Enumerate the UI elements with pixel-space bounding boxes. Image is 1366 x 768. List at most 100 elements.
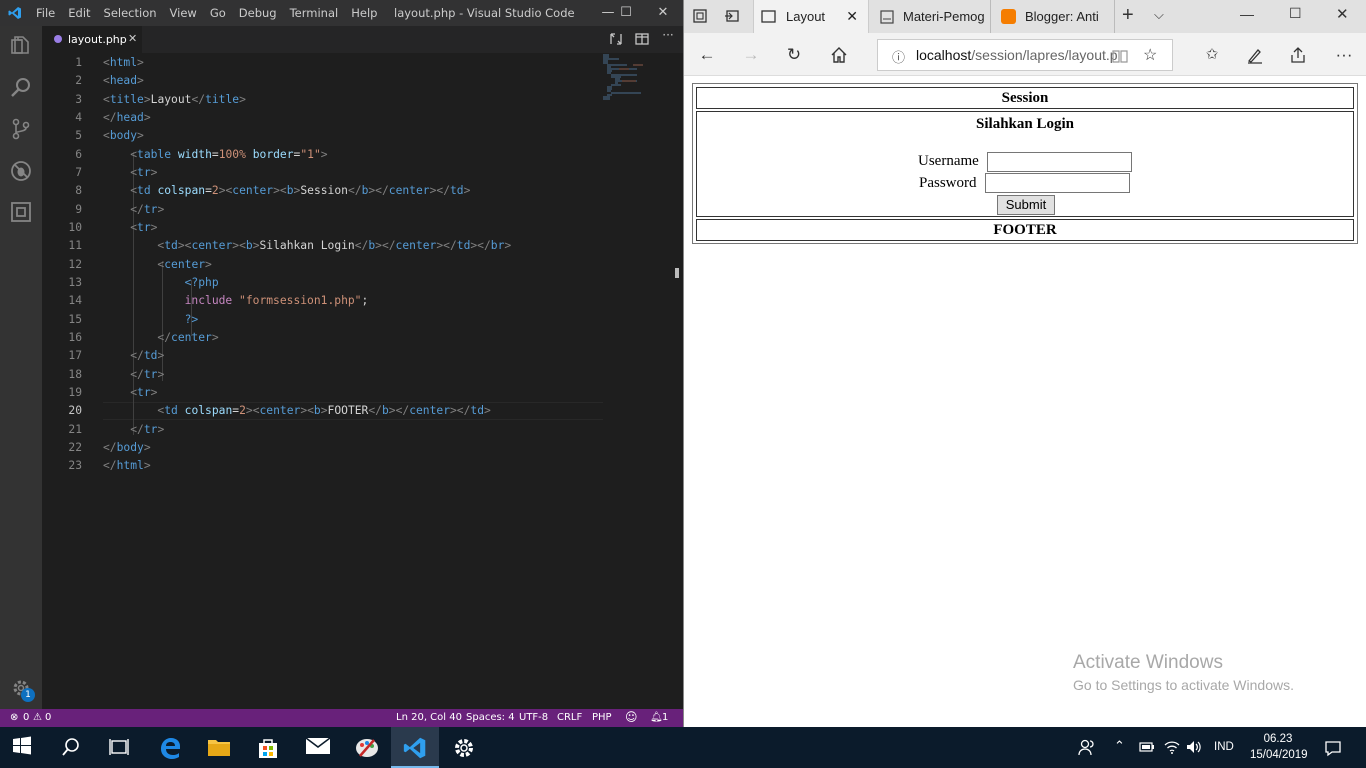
search-icon[interactable] — [9, 76, 33, 100]
reading-view-icon[interactable] — [1112, 48, 1128, 64]
settings-taskbar-button[interactable] — [440, 727, 488, 768]
task-view-button[interactable] — [96, 727, 144, 768]
paint-button[interactable] — [342, 727, 390, 768]
close-icon[interactable]: ✕ — [645, 0, 681, 26]
indentation[interactable]: Spaces: 4 — [466, 712, 515, 723]
tab-close-icon[interactable]: ✕ — [128, 32, 137, 45]
people-icon[interactable] — [1078, 738, 1096, 756]
gear-icon — [455, 739, 473, 757]
file-explorer-button[interactable] — [195, 727, 243, 768]
window-title: layout.php - Visual Studio Code — [394, 6, 575, 20]
warning-count[interactable]: 0 — [45, 712, 51, 723]
edge-icon — [161, 738, 180, 759]
browser-tab-label: Layout — [786, 9, 826, 24]
share-icon[interactable] — [1289, 46, 1307, 64]
battery-icon[interactable] — [1139, 741, 1155, 753]
source-control-icon[interactable] — [9, 117, 33, 141]
code-line: <td colspan=2><center><b>FOOTER</b></cen… — [157, 404, 491, 417]
browser-tab-materi[interactable]: Materi-Pemog — [871, 0, 991, 33]
store-button[interactable] — [244, 727, 292, 768]
extensions-icon[interactable] — [9, 200, 33, 224]
menu-edit[interactable]: Edit — [68, 6, 90, 20]
menu-go[interactable]: Go — [210, 6, 226, 20]
input-language[interactable]: IND — [1214, 741, 1234, 753]
line-ending[interactable]: CRLF — [557, 712, 582, 723]
more-menu-icon[interactable]: ··· — [1334, 45, 1354, 65]
error-count[interactable]: 0 — [23, 712, 29, 723]
login-title: Silahkan Login — [976, 116, 1074, 132]
line-number: 11 — [68, 239, 82, 252]
home-icon[interactable] — [830, 46, 848, 64]
tab-close-icon[interactable]: ✕ — [846, 0, 858, 33]
close-icon[interactable]: ✕ — [1336, 5, 1349, 23]
code-line: <body> — [103, 129, 144, 142]
code-line: </center> — [157, 331, 219, 344]
vscode-taskbar-button[interactable] — [391, 727, 439, 768]
maximize-icon[interactable]: ☐ — [608, 0, 644, 26]
submit-button[interactable]: Submit — [997, 195, 1055, 215]
tab-layout-php[interactable]: layout.php ✕ — [42, 26, 142, 53]
maximize-icon[interactable]: ☐ — [1289, 5, 1302, 22]
password-input[interactable] — [985, 173, 1130, 193]
volume-icon[interactable] — [1186, 739, 1202, 755]
system-clock[interactable]: 06.23 15/04/2019 — [1250, 731, 1308, 763]
menu-bar: File Edit Selection View Go Debug Termin… — [36, 0, 390, 26]
code-line: ?> — [184, 313, 199, 326]
menu-help[interactable]: Help — [351, 6, 377, 20]
web-note-icon[interactable] — [1246, 46, 1264, 64]
line-number: 10 — [68, 221, 82, 234]
explorer-icon[interactable] — [9, 34, 33, 58]
vscode-icon — [403, 737, 426, 759]
vscode-logo-icon — [8, 7, 21, 19]
browser-tab-layout[interactable]: Layout ✕ — [753, 0, 869, 33]
debug-icon[interactable] — [9, 159, 33, 183]
code-editor[interactable]: 1 2 3 4 5 6 7 8 9 10 11 12 13 14 15 16 1… — [42, 53, 683, 709]
open-changes-icon[interactable] — [608, 31, 624, 47]
watermark-title: Activate Windows — [1073, 652, 1223, 673]
menu-view[interactable]: View — [170, 6, 197, 20]
encoding[interactable]: UTF-8 — [519, 712, 548, 723]
split-editor-icon[interactable] — [634, 31, 650, 47]
menu-terminal[interactable]: Terminal — [290, 6, 339, 20]
username-input[interactable] — [987, 152, 1132, 172]
edge-taskbar-button[interactable] — [146, 727, 194, 768]
start-button[interactable] — [0, 727, 48, 768]
wifi-icon[interactable] — [1164, 739, 1180, 755]
info-icon[interactable]: ⓘ — [892, 47, 905, 66]
page-icon — [761, 10, 776, 23]
set-aside-tabs-icon[interactable] — [692, 8, 708, 24]
mail-button[interactable] — [293, 727, 341, 768]
errors-icon[interactable]: ⊗ — [10, 712, 18, 723]
language-mode[interactable]: PHP — [592, 712, 612, 723]
scrollbar-thumb[interactable] — [675, 268, 679, 278]
windows-logo-icon — [13, 736, 31, 755]
forward-icon[interactable]: → — [741, 45, 761, 65]
new-tab-icon[interactable]: + — [1122, 4, 1134, 27]
favorites-hub-icon[interactable]: ✩ — [1202, 45, 1222, 65]
bell-icon[interactable]: 🔔︎ — [650, 712, 663, 723]
code-line: <table width=100% border="1"> — [130, 148, 328, 161]
feedback-smiley-icon[interactable]: ☺ — [625, 710, 638, 724]
browser-tab-blogger[interactable]: Blogger: Anti — [993, 0, 1115, 33]
search-button[interactable] — [48, 727, 96, 768]
cursor-position[interactable]: Ln 20, Col 40 — [396, 712, 462, 723]
address-bar[interactable]: ⓘ localhost/session/lapres/layout.p ☆ — [877, 39, 1173, 71]
chevron-up-icon[interactable]: ⌃ — [1114, 738, 1125, 754]
back-icon[interactable]: ← — [697, 45, 717, 65]
warning-icon[interactable]: ⚠ — [33, 712, 42, 723]
favorite-star-icon[interactable]: ☆ — [1143, 45, 1157, 65]
menu-file[interactable]: File — [36, 6, 55, 20]
code-line: <tr> — [130, 386, 158, 399]
refresh-icon[interactable]: ↻ — [784, 45, 804, 65]
action-center-icon[interactable] — [1324, 739, 1342, 757]
line-number: 3 — [75, 93, 82, 106]
tab-preview-icon[interactable] — [724, 8, 740, 24]
notification-count[interactable]: 1 — [662, 712, 668, 723]
menu-debug[interactable]: Debug — [239, 6, 277, 20]
menu-selection[interactable]: Selection — [104, 6, 157, 20]
code-line: <center> — [157, 258, 212, 271]
minimap[interactable] — [602, 53, 672, 101]
minimize-icon[interactable]: — — [1240, 6, 1254, 22]
chevron-down-icon[interactable]: ⌵ — [1154, 7, 1164, 23]
more-actions-icon[interactable]: ··· — [660, 28, 676, 44]
